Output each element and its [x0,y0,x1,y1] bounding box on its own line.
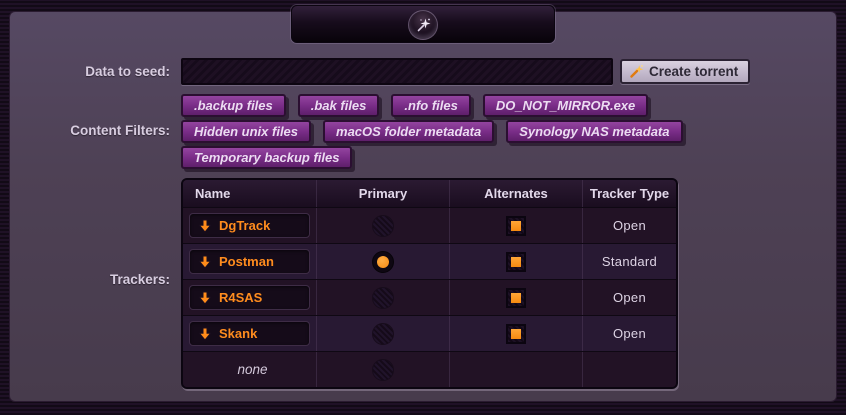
column-header-tracker-type: Tracker Type [583,180,676,207]
column-header-primary: Primary [317,180,450,207]
primary-radio[interactable] [372,287,394,309]
primary-radio[interactable] [372,359,394,381]
tracker-type-value: Standard [602,254,657,269]
tracker-name-label: DgTrack [219,218,270,233]
alternates-checkbox[interactable] [506,324,526,344]
collapse-bar-button[interactable] [291,5,555,43]
table-row: R4SAS Open [183,279,676,315]
wand-icon [629,64,644,79]
table-row: Postman Standard [183,243,676,279]
tracker-name-label: Postman [219,254,274,269]
column-header-alternates: Alternates [450,180,583,207]
filter-chip[interactable]: .backup files [181,94,286,117]
tracker-name-none: none [189,362,316,377]
content-filters-label: Content Filters: [0,123,170,138]
down-arrow-icon [198,291,212,305]
table-row: Skank Open [183,315,676,351]
filter-chip[interactable]: DO_NOT_MIRROR.exe [483,94,648,117]
trackers-table: Name Primary Alternates Tracker Type DgT… [181,178,678,389]
primary-radio[interactable] [372,215,394,237]
tracker-type-value: Open [613,326,646,341]
primary-radio[interactable] [372,323,394,345]
table-row: DgTrack Open [183,207,676,243]
tracker-type-value: Open [613,290,646,305]
tracker-name-label: Skank [219,326,257,341]
down-arrow-icon [198,255,212,269]
tracker-name-button[interactable]: DgTrack [189,213,310,238]
trackers-label: Trackers: [0,272,170,287]
alternates-checkbox[interactable] [506,288,526,308]
content-filter-chips: .backup files .bak files .nfo files DO_N… [181,94,661,172]
filter-chip[interactable]: macOS folder metadata [323,120,494,143]
primary-radio[interactable] [372,251,394,273]
down-arrow-icon [198,327,212,341]
tracker-name-button[interactable]: Postman [189,249,310,274]
filter-chip[interactable]: Temporary backup files [181,146,352,169]
tracker-name-button[interactable]: R4SAS [189,285,310,310]
alternates-checkbox[interactable] [506,216,526,236]
tracker-name-button[interactable]: Skank [189,321,310,346]
filter-chip[interactable]: .nfo files [391,94,470,117]
data-to-seed-label: Data to seed: [0,64,170,79]
column-header-name: Name [183,180,317,207]
filter-chip[interactable]: Synology NAS metadata [506,120,682,143]
create-torrent-label: Create torrent [649,64,738,79]
tracker-type-value: Open [613,218,646,233]
table-row-none: none [183,351,676,387]
magic-wand-sparkle-icon[interactable] [408,10,438,40]
alternates-checkbox[interactable] [506,252,526,272]
data-to-seed-input[interactable] [181,58,613,85]
down-arrow-icon [198,219,212,233]
create-torrent-button[interactable]: Create torrent [620,59,750,84]
filter-chip[interactable]: Hidden unix files [181,120,311,143]
filter-chip[interactable]: .bak files [298,94,380,117]
tracker-name-label: R4SAS [219,290,262,305]
table-header-row: Name Primary Alternates Tracker Type [183,180,676,207]
